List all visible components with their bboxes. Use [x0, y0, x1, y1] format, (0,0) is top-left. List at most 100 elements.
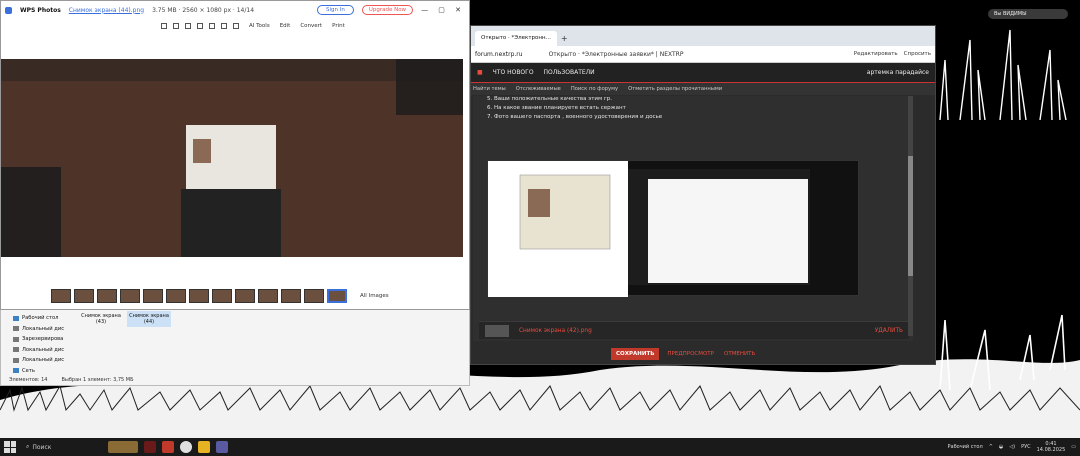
file-item-selected[interactable]: Снимок экрана (44) — [127, 311, 171, 327]
thumbnail-active[interactable] — [327, 289, 347, 303]
sub-nav-watched[interactable]: Отслеживаемые — [516, 86, 561, 92]
fit-icon[interactable] — [161, 23, 167, 29]
post-line: 5. Ваши положительные качества этим гр. — [487, 96, 613, 102]
new-tab-icon[interactable]: + — [561, 31, 568, 46]
forum-sub-nav: Найти темы Отслеживаемые Поиск по форуму… — [471, 83, 935, 95]
wps-logo-icon — [5, 6, 12, 14]
sub-nav-find-threads[interactable]: Найти темы — [473, 86, 506, 92]
sub-nav-search[interactable]: Поиск по форуму — [571, 86, 618, 92]
ask-button[interactable]: Спросить — [904, 51, 931, 57]
save-button[interactable]: СОХРАНИТЬ — [611, 348, 660, 360]
browser-tab-strip: Открыто · *Электронн... + — [471, 26, 935, 46]
nav-item-reserved[interactable]: Зарезервирова — [13, 334, 67, 345]
edit-button[interactable]: Edit — [280, 23, 291, 29]
chevron-up-icon[interactable]: ^ — [989, 444, 993, 450]
language-indicator[interactable]: РУС — [1021, 444, 1031, 450]
actual-size-icon[interactable] — [173, 23, 179, 29]
thumbnail[interactable] — [120, 289, 140, 303]
file-item[interactable]: Снимок экрана (43) — [79, 311, 123, 327]
thumbnail[interactable] — [51, 289, 71, 303]
cancel-button[interactable]: ОТМЕНИТЬ — [722, 348, 757, 360]
thumbnail[interactable] — [74, 289, 94, 303]
file-name-link[interactable]: Снимок экрана (44).png — [69, 7, 144, 14]
all-images-link[interactable]: All Images — [360, 293, 389, 299]
yandex-browser-icon[interactable] — [180, 441, 192, 453]
attachment-thumbnail[interactable] — [485, 324, 509, 337]
window-controls[interactable]: — ▢ ✕ — [421, 6, 465, 14]
thumbnail[interactable] — [281, 289, 301, 303]
game-app-icon[interactable] — [144, 441, 156, 453]
nav-users[interactable]: ПОЛЬЗОВАТЕЛИ — [544, 69, 595, 76]
nav-item-drive-c[interactable]: Локальный дис — [13, 324, 67, 335]
ai-tools-button[interactable]: AI Tools — [249, 23, 270, 29]
post-line: 7. Фото вашего паспорта , военного удост… — [487, 114, 663, 120]
scrollbar-thumb[interactable] — [908, 156, 913, 276]
nav-item-drive-e[interactable]: Локальный дис — [13, 355, 67, 366]
preview-button[interactable]: ПРЕДПРОСМОТР — [665, 348, 716, 360]
search-label: Поиск — [32, 443, 52, 451]
thumbnail[interactable] — [235, 289, 255, 303]
status-count: Элементов: 14 — [9, 377, 48, 383]
attachment-delete-button[interactable]: УДАЛИТЬ — [875, 328, 903, 334]
volume-icon[interactable]: ◁) — [1009, 444, 1015, 450]
delete-icon[interactable] — [233, 23, 239, 29]
thumbnail[interactable] — [143, 289, 163, 303]
scrollbar[interactable] — [908, 96, 913, 336]
upgrade-button[interactable]: Upgrade Now — [361, 5, 414, 15]
game-screenshot — [1, 59, 463, 257]
drive-icon — [13, 347, 19, 353]
thumbnail[interactable] — [212, 289, 232, 303]
photo-viewer-image — [1, 59, 463, 257]
attachment-row: Снимок экрана (42).png УДАЛИТЬ — [479, 321, 909, 339]
post-line: 6. На какое звание планируете встать сер… — [487, 105, 626, 111]
forum-nav: ■ ЧТО НОВОГО ПОЛЬЗОВАТЕЛИ артемка парада… — [471, 63, 935, 83]
thumbnail[interactable] — [189, 289, 209, 303]
nav-item-drive-d[interactable]: Локальный дис — [13, 345, 67, 356]
clock-date: 14.08.2025 — [1036, 447, 1066, 453]
explorer-status-bar: Элементов: 14 Выбран 1 элемент: 3,75 МБ — [1, 375, 469, 385]
desktop-label[interactable]: Рабочий стол — [948, 444, 983, 450]
drive-icon — [13, 357, 19, 363]
file-list: Снимок экрана (43) Снимок экрана (44) — [79, 311, 171, 327]
thumbnail[interactable] — [258, 289, 278, 303]
news-widget-icon[interactable] — [108, 441, 138, 453]
crop-icon[interactable] — [221, 23, 227, 29]
address-bar: forum.nextrp.ru Открыто · *Электронные з… — [471, 46, 935, 63]
status-selected: Выбран 1 элемент: 3,75 МБ — [61, 377, 134, 383]
forum-logo[interactable]: ■ — [477, 69, 483, 76]
clock[interactable]: 0:41 14.08.2025 — [1037, 441, 1066, 453]
wps-photos-icon[interactable] — [216, 441, 228, 453]
notifications-icon[interactable]: ▭ — [1071, 444, 1076, 450]
nav-whats-new[interactable]: ЧТО НОВОГО — [493, 69, 534, 76]
widget-text: Вы ВИДИМЫ — [994, 11, 1027, 17]
network-icon[interactable]: ◒ — [999, 444, 1003, 450]
zoom-in-icon[interactable] — [185, 23, 191, 29]
thumbnail[interactable] — [166, 289, 186, 303]
overlay-widget[interactable]: Вы ВИДИМЫ — [988, 9, 1068, 19]
sub-nav-mark-read[interactable]: Отметить разделы прочитанными — [628, 86, 722, 92]
rotate-icon[interactable] — [209, 23, 215, 29]
print-button[interactable]: Print — [332, 23, 345, 29]
start-button[interactable] — [4, 441, 16, 453]
thumbnail[interactable] — [97, 289, 117, 303]
taskbar-search[interactable]: ⌕ Поиск — [22, 441, 102, 453]
photos-titlebar: WPS Photos Снимок экрана (44).png 3.75 M… — [1, 1, 469, 19]
file-explorer-icon[interactable] — [198, 441, 210, 453]
app-icon[interactable] — [162, 441, 174, 453]
browser-tab[interactable]: Открыто · *Электронн... — [475, 31, 557, 46]
taskbar: ⌕ Поиск Рабочий стол ^ ◒ ◁) РУС 0:41 14.… — [0, 438, 1080, 456]
explorer-nav-pane: Рабочий стол Локальный дис Зарезервирова… — [1, 309, 67, 375]
thumbnail[interactable] — [304, 289, 324, 303]
zoom-out-icon[interactable] — [197, 23, 203, 29]
folder-icon — [13, 315, 19, 321]
edit-button[interactable]: Редактировать — [854, 51, 898, 57]
attachment-name[interactable]: Снимок экрана (42).png — [519, 328, 592, 334]
user-menu[interactable]: артемка парадайсе — [867, 69, 929, 76]
convert-button[interactable]: Convert — [300, 23, 322, 29]
post-editor: 5. Ваши положительные качества этим гр. … — [473, 96, 913, 341]
system-tray: Рабочий стол ^ ◒ ◁) РУС 0:41 14.08.2025 … — [948, 441, 1077, 453]
nav-item-desktop[interactable]: Рабочий стол — [13, 313, 67, 324]
file-explorer-window: Рабочий стол Локальный дис Зарезервирова… — [0, 308, 470, 386]
url-field[interactable]: forum.nextrp.ru — [475, 51, 523, 58]
sign-in-button[interactable]: Sign In — [316, 5, 354, 15]
